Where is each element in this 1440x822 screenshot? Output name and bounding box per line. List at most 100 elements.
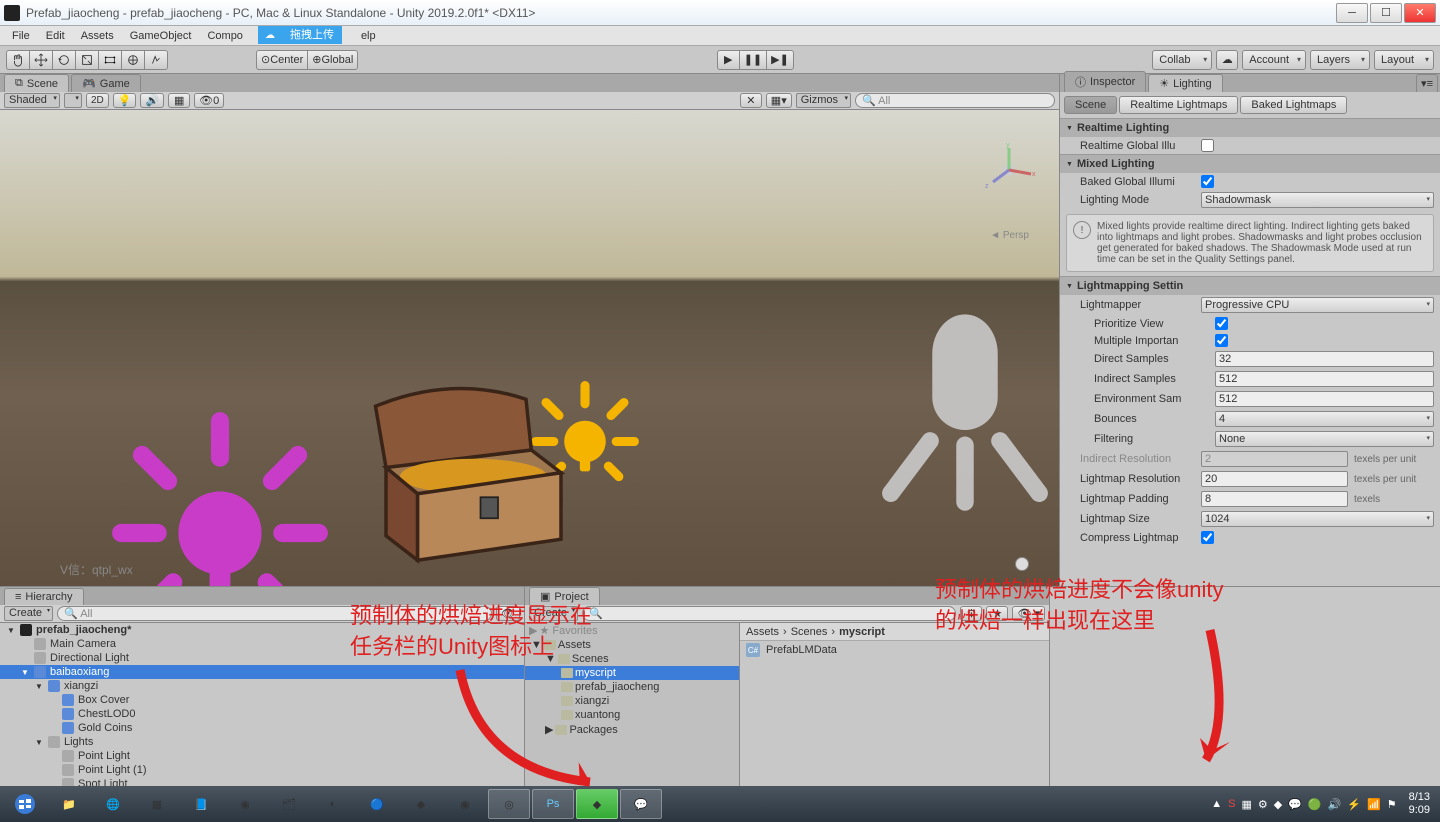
- hand-tool-button[interactable]: [6, 50, 29, 70]
- tray-icon[interactable]: ⚡: [1347, 798, 1361, 811]
- tray-icon[interactable]: 📶: [1367, 798, 1381, 811]
- realtime-lighting-header[interactable]: Realtime Lighting: [1060, 118, 1440, 137]
- taskbar-app5-icon[interactable]: ◆: [400, 789, 442, 819]
- hierarchy-item[interactable]: ▼baibaoxiang: [0, 665, 524, 679]
- taskbar-app6-icon[interactable]: ◉: [444, 789, 486, 819]
- project-asset-list[interactable]: Assets › Scenes › myscript C# PrefabLMDa…: [740, 623, 1049, 806]
- hierarchy-item[interactable]: ▼Lights: [0, 735, 524, 749]
- baked-lightmaps-tab[interactable]: Baked Lightmaps: [1240, 96, 1347, 114]
- start-button[interactable]: [4, 789, 46, 819]
- mixed-lighting-header[interactable]: Mixed Lighting: [1060, 154, 1440, 173]
- fx-toggle[interactable]: ▦: [168, 93, 190, 108]
- hierarchy-visibility-button[interactable]: 👁: [496, 606, 520, 621]
- pause-button[interactable]: ❚❚: [739, 50, 766, 70]
- project-tab[interactable]: ▣ Project: [529, 587, 600, 605]
- direct-samples-input[interactable]: 32: [1215, 351, 1434, 367]
- taskbar-app2-icon[interactable]: 📘: [180, 789, 222, 819]
- menu-help[interactable]: elp: [353, 28, 384, 44]
- taskbar-clock[interactable]: 8/139:09: [1409, 791, 1430, 817]
- taskbar-explorer-icon[interactable]: 📁: [48, 789, 90, 819]
- pivot-center-button[interactable]: ⊙ Center: [256, 50, 307, 70]
- hierarchy-item[interactable]: ChestLOD0: [0, 707, 524, 721]
- project-folder[interactable]: myscript: [525, 666, 739, 680]
- upload-widget[interactable]: ☁ 拖拽上传: [258, 26, 342, 44]
- hierarchy-tree[interactable]: ▼prefab_jiaocheng*Main CameraDirectional…: [0, 623, 524, 806]
- hierarchy-tab[interactable]: ≡ Hierarchy: [4, 588, 84, 605]
- menu-component[interactable]: Compo: [199, 28, 250, 44]
- project-folder[interactable]: ▼ Scenes: [525, 652, 739, 666]
- game-tab[interactable]: 🎮 Game: [71, 74, 141, 92]
- gizmos-dropdown[interactable]: Gizmos: [796, 93, 851, 108]
- lightmapper-dropdown[interactable]: Progressive CPU: [1201, 297, 1434, 313]
- lighting-mode-dropdown[interactable]: Shadowmask: [1201, 192, 1434, 208]
- indirect-samples-input[interactable]: 512: [1215, 371, 1434, 387]
- taskbar-wechat-icon[interactable]: 💬: [620, 789, 662, 819]
- taskbar-app4-icon[interactable]: 🔵: [356, 789, 398, 819]
- hierarchy-item[interactable]: Point Light: [0, 749, 524, 763]
- project-asset-item[interactable]: C# PrefabLMData: [740, 641, 1049, 659]
- hierarchy-search-input[interactable]: 🔍 All: [57, 606, 492, 621]
- hierarchy-item[interactable]: Main Camera: [0, 637, 524, 651]
- lighting-scene-tab[interactable]: Scene: [1064, 96, 1117, 114]
- realtime-lightmaps-tab[interactable]: Realtime Lightmaps: [1119, 96, 1238, 114]
- prioritize-view-checkbox[interactable]: [1215, 317, 1228, 330]
- tray-icon[interactable]: S: [1228, 798, 1235, 810]
- lighting-tab[interactable]: ☀ Lighting: [1148, 74, 1222, 92]
- taskbar-folder-icon[interactable]: 🗂: [268, 789, 310, 819]
- hierarchy-item[interactable]: Box Cover: [0, 693, 524, 707]
- hierarchy-item[interactable]: ▼prefab_jiaocheng*: [0, 623, 524, 637]
- project-hidden-button[interactable]: 👁 ▾: [1012, 606, 1045, 621]
- tray-icon[interactable]: ⚑: [1387, 798, 1397, 811]
- menu-file[interactable]: File: [4, 28, 38, 44]
- transform-tool-button[interactable]: [121, 50, 144, 70]
- rotate-tool-button[interactable]: [52, 50, 75, 70]
- environment-samples-input[interactable]: 512: [1215, 391, 1434, 407]
- orientation-gizmo[interactable]: y x z: [979, 140, 1039, 200]
- scene-viewport[interactable]: ◄ Persp y x z V信：qtpl_wx: [0, 110, 1059, 586]
- project-favorite-button[interactable]: ★: [986, 606, 1008, 621]
- taskbar-chrome-icon[interactable]: ◉: [224, 789, 266, 819]
- filtering-dropdown[interactable]: None: [1215, 431, 1434, 447]
- system-tray[interactable]: ▲ S ▦ ⚙ ◆ 💬 🟢 🔊 ⚡ 📶 ⚑ 8/139:09: [1211, 791, 1436, 817]
- hierarchy-item[interactable]: Directional Light: [0, 651, 524, 665]
- 2d-toggle[interactable]: 2D: [86, 93, 109, 108]
- shading-mode-dropdown[interactable]: Shaded: [4, 93, 60, 108]
- layout-dropdown[interactable]: Layout: [1374, 50, 1434, 70]
- panel-options-button[interactable]: ▾≡: [1416, 74, 1438, 92]
- hierarchy-item[interactable]: Point Light (1): [0, 763, 524, 777]
- scene-search-input[interactable]: 🔍 All: [855, 93, 1055, 108]
- camera-settings-button[interactable]: ✕: [740, 93, 762, 108]
- scene-camera-icon[interactable]: [1015, 557, 1029, 571]
- inspector-tab[interactable]: ⓘ Inspector: [1064, 71, 1146, 92]
- taskbar-unity-icon[interactable]: ◆: [576, 789, 618, 819]
- multiple-importance-checkbox[interactable]: [1215, 334, 1228, 347]
- lightmapping-header[interactable]: Lightmapping Settin: [1060, 276, 1440, 295]
- taskbar-ie-icon[interactable]: 🌐: [92, 789, 134, 819]
- menu-gameobject[interactable]: GameObject: [122, 28, 200, 44]
- project-filter-button[interactable]: ⚙: [960, 606, 982, 621]
- baked-gi-checkbox[interactable]: [1201, 175, 1214, 188]
- tray-icon[interactable]: 🟢: [1308, 798, 1322, 811]
- account-dropdown[interactable]: Account: [1242, 50, 1306, 70]
- window-minimize-button[interactable]: ─: [1336, 3, 1368, 23]
- tray-icon[interactable]: ▲: [1211, 798, 1222, 810]
- step-button[interactable]: ▶❚: [766, 50, 794, 70]
- move-tool-button[interactable]: [29, 50, 52, 70]
- hierarchy-item[interactable]: ▼xiangzi: [0, 679, 524, 693]
- project-favorites[interactable]: ▶ ★ Favorites: [525, 623, 739, 638]
- scale-tool-button[interactable]: [75, 50, 98, 70]
- collab-dropdown[interactable]: Collab: [1152, 50, 1212, 70]
- render-mode-button[interactable]: [64, 93, 82, 108]
- global-local-button[interactable]: ⊕ Global: [307, 50, 358, 70]
- cloud-button[interactable]: ☁: [1216, 50, 1238, 70]
- scene-tab[interactable]: ⧉ Scene: [4, 74, 69, 92]
- taskbar-photoshop-icon[interactable]: Ps: [532, 789, 574, 819]
- hierarchy-create-dropdown[interactable]: Create: [4, 606, 53, 621]
- audio-toggle[interactable]: 🔊: [140, 93, 164, 108]
- layers-dropdown[interactable]: Layers: [1310, 50, 1370, 70]
- tray-icon[interactable]: 💬: [1288, 798, 1302, 811]
- windows-taskbar[interactable]: 📁 🌐 ▦ 📘 ◉ 🗂 ◐ 🔵 ◆ ◉ ◎ Ps ◆ 💬 ▲ S ▦ ⚙ ◆ 💬…: [0, 786, 1440, 822]
- project-folder-tree[interactable]: ▶ ★ Favorites▼ Assets▼ Scenes myscript p…: [525, 623, 740, 806]
- tray-icon[interactable]: ◆: [1274, 798, 1282, 811]
- grid-button[interactable]: ▦▾: [766, 93, 792, 108]
